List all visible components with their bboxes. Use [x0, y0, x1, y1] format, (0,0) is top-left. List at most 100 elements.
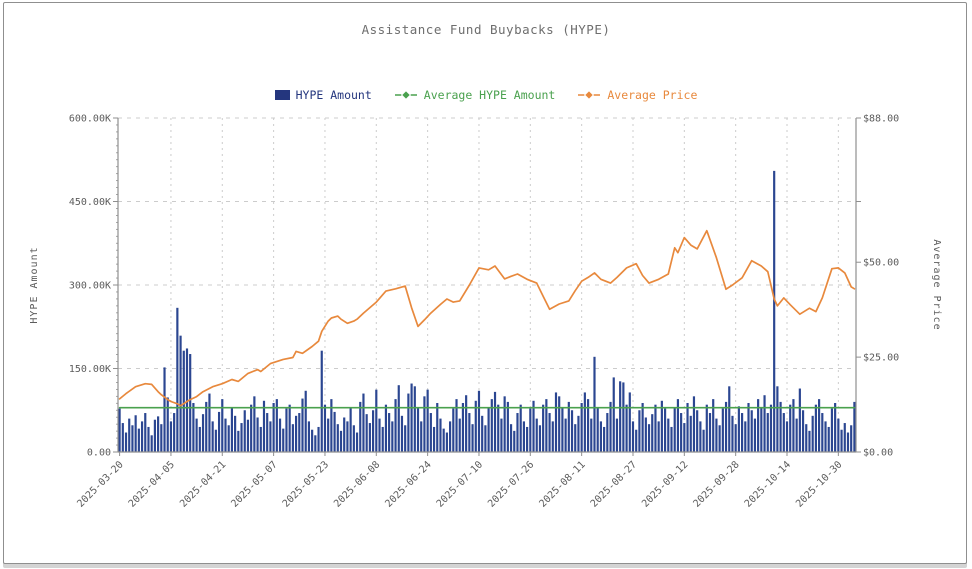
bar: [494, 392, 496, 452]
bar: [468, 413, 470, 452]
bar: [439, 419, 441, 452]
bar: [131, 425, 133, 452]
bar: [613, 377, 615, 452]
bar: [667, 419, 669, 452]
bar: [228, 425, 230, 452]
bar: [183, 351, 185, 452]
bar: [577, 416, 579, 452]
bar: [561, 407, 563, 452]
bar: [353, 425, 355, 452]
bar: [853, 402, 855, 452]
bar: [253, 396, 255, 452]
bar: [285, 409, 287, 452]
bar: [744, 421, 746, 452]
y-tick-label-right: $25.00: [863, 353, 899, 364]
bar: [459, 419, 461, 452]
bar: [597, 407, 599, 452]
y-tick-label-right: $50.00: [863, 258, 899, 269]
bar: [645, 417, 647, 452]
bar: [391, 421, 393, 452]
bar: [555, 392, 557, 452]
chart-window: Assistance Fund Buybacks (HYPE) HYPE Amo…: [0, 0, 972, 569]
bar: [767, 413, 769, 452]
bar: [362, 394, 364, 452]
bar: [417, 407, 419, 452]
bar: [847, 433, 849, 452]
bar: [119, 409, 121, 452]
bar: [359, 402, 361, 452]
bar: [719, 425, 721, 452]
bar: [619, 381, 621, 452]
bar: [844, 423, 846, 452]
bar: [247, 420, 249, 452]
bar: [821, 413, 823, 452]
bar: [308, 421, 310, 452]
bar: [683, 423, 685, 452]
bar: [427, 390, 429, 452]
bar: [539, 425, 541, 452]
bar: [167, 397, 169, 452]
x-tick-label: 2025-10-30: [794, 459, 844, 509]
bar: [301, 399, 303, 452]
bar: [828, 427, 830, 452]
bar: [500, 419, 502, 452]
bar: [266, 413, 268, 452]
bar: [151, 435, 153, 452]
bar: [366, 414, 368, 452]
bar: [311, 430, 313, 452]
bar: [471, 424, 473, 452]
bar: [343, 417, 345, 452]
bar: [462, 403, 464, 452]
bar: [760, 407, 762, 452]
bar: [125, 433, 127, 452]
bar: [414, 386, 416, 452]
bar: [799, 389, 801, 452]
x-tick-label: 2025-05-07: [229, 459, 279, 509]
bar: [488, 407, 490, 452]
bar: [244, 410, 246, 452]
bar: [523, 421, 525, 452]
bar: [824, 421, 826, 452]
bar: [635, 430, 637, 452]
bar: [558, 396, 560, 452]
bar: [141, 421, 143, 452]
bar: [703, 430, 705, 452]
bar: [449, 421, 451, 452]
bar: [789, 405, 791, 452]
bar: [138, 429, 140, 452]
bar: [189, 354, 191, 452]
bar: [699, 421, 701, 452]
bar-series-hype-amount: [119, 171, 856, 452]
bar: [202, 414, 204, 452]
bar: [215, 430, 217, 452]
bar: [385, 405, 387, 452]
bar: [298, 413, 300, 452]
bar: [465, 395, 467, 452]
bar: [654, 405, 656, 452]
bar: [728, 386, 730, 452]
bar: [574, 424, 576, 452]
x-tick-label: 2025-06-24: [383, 459, 433, 509]
bar: [260, 427, 262, 452]
bar: [812, 416, 814, 452]
bar: [269, 421, 271, 452]
bar: [754, 419, 756, 452]
bar: [776, 386, 778, 452]
x-tick-label: 2025-10-14: [743, 459, 793, 509]
bar: [552, 421, 554, 452]
bar: [497, 405, 499, 452]
bar: [337, 424, 339, 452]
bar: [327, 419, 329, 452]
bar: [295, 416, 297, 452]
bar: [240, 423, 242, 452]
bar: [179, 336, 181, 452]
bar: [224, 419, 226, 452]
bar: [375, 390, 377, 452]
bar: [404, 425, 406, 452]
bar: [340, 431, 342, 452]
bar: [388, 413, 390, 452]
y-tick-label-right: $0.00: [863, 448, 893, 459]
bar: [279, 419, 281, 452]
bar: [834, 403, 836, 452]
bar: [516, 413, 518, 452]
